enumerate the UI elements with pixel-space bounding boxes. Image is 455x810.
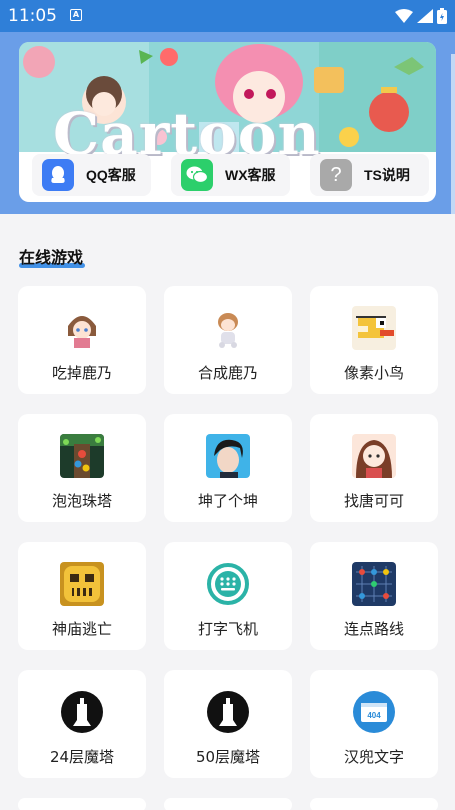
- game-tile-pixel-bird[interactable]: 像素小鸟: [310, 286, 438, 394]
- status-icons: [395, 7, 447, 25]
- game-tile-eat-kano[interactable]: 吃掉鹿乃: [18, 286, 146, 394]
- wx-service-button[interactable]: WX客服: [171, 154, 290, 196]
- ts-info-button[interactable]: ? TS说明: [310, 154, 429, 196]
- game-label: 24层魔塔: [49, 748, 115, 766]
- game-label: 坤了个坤: [197, 492, 258, 510]
- game-tile-kun[interactable]: 坤了个坤: [164, 414, 292, 522]
- game-tile-bubble-tower[interactable]: 泡泡珠塔: [18, 414, 146, 522]
- temple-run-icon: [60, 562, 104, 606]
- battery-icon: [437, 8, 447, 24]
- game-tile-merge-kano[interactable]: 合成鹿乃: [164, 286, 292, 394]
- game-label: 汉兜文字: [343, 748, 404, 766]
- notification-icon: A: [70, 9, 82, 21]
- wifi-icon: [395, 9, 413, 23]
- game-label: 找唐可可: [343, 492, 404, 510]
- anime-brown-hair-icon: [352, 434, 396, 478]
- dot-grid-icon: [352, 562, 396, 606]
- game-tile-50-floor-tower[interactable]: 50层魔塔: [164, 670, 292, 778]
- game-tile-temple-run[interactable]: 神庙逃亡: [18, 542, 146, 650]
- idol-portrait-icon: [206, 434, 250, 478]
- game-tile-partial[interactable]: [164, 798, 292, 810]
- game-label: 连点路线: [343, 620, 404, 638]
- section-title: 在线游戏: [19, 248, 84, 267]
- game-label: 吃掉鹿乃: [51, 364, 112, 382]
- qq-icon: [42, 159, 74, 191]
- svg-text:404: 404: [367, 711, 381, 720]
- game-tile-partial[interactable]: [310, 798, 438, 810]
- game-label: 50层魔塔: [195, 748, 261, 766]
- qq-service-button[interactable]: QQ客服: [32, 154, 151, 196]
- status-time: 11:05: [8, 6, 57, 26]
- game-tile-connect-dots[interactable]: 连点路线: [310, 542, 438, 650]
- game-tile-handle-text[interactable]: 404 汉兜文字: [310, 670, 438, 778]
- game-label: 像素小鸟: [343, 364, 404, 382]
- game-grid: 吃掉鹿乃 合成鹿乃 像素小鸟 泡泡珠塔 坤了个坤 找唐可可 神庙逃亡 打字飞机 …: [18, 286, 438, 810]
- wx-service-label: WX客服: [225, 167, 276, 183]
- game-label: 泡泡珠塔: [51, 492, 112, 510]
- game-tile-partial[interactable]: [18, 798, 146, 810]
- keyboard-icon: [206, 562, 250, 606]
- game-tile-find-tang-keke[interactable]: 找唐可可: [310, 414, 438, 522]
- bubble-tower-icon: [60, 434, 104, 478]
- game-label: 神庙逃亡: [51, 620, 112, 638]
- flappy-bird-icon: [352, 306, 396, 350]
- scrollbar[interactable]: [451, 54, 455, 214]
- game-tile-typing-plane[interactable]: 打字飞机: [164, 542, 292, 650]
- wechat-icon: [181, 159, 213, 191]
- status-bar: 11:05 A: [0, 0, 455, 32]
- 404-page-icon: 404: [352, 690, 396, 734]
- game-label: 打字飞机: [197, 620, 258, 638]
- tower-icon: [60, 690, 104, 734]
- chibi-girl-icon: [206, 306, 250, 350]
- anime-girl-icon: [60, 306, 104, 350]
- signal-icon: [417, 9, 433, 23]
- ts-info-label: TS说明: [364, 167, 410, 183]
- tower-icon: [206, 690, 250, 734]
- question-icon: ?: [320, 159, 352, 191]
- game-tile-24-floor-tower[interactable]: 24层魔塔: [18, 670, 146, 778]
- qq-service-label: QQ客服: [86, 167, 136, 183]
- game-label: 合成鹿乃: [197, 364, 258, 382]
